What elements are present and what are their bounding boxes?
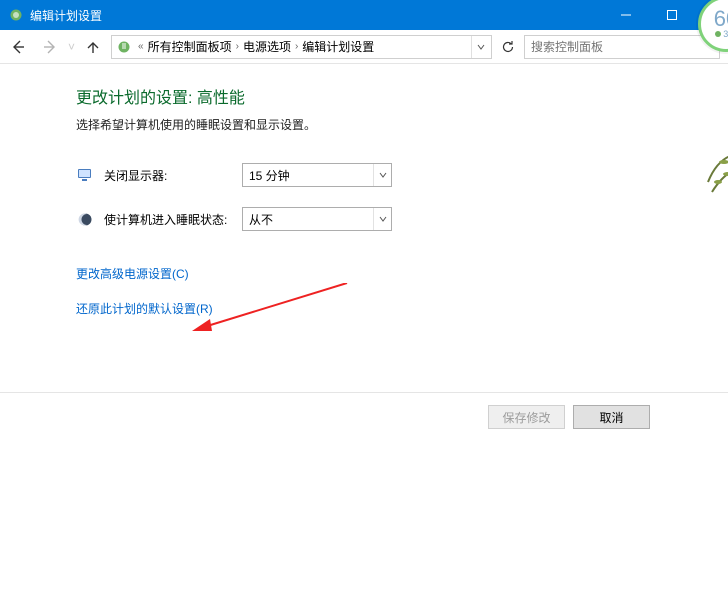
monitor-icon	[76, 166, 94, 184]
minimize-button[interactable]	[603, 0, 649, 30]
links-block: 更改高级电源设置(C) 还原此计划的默认设置(R)	[76, 265, 728, 335]
link-advanced-power[interactable]: 更改高级电源设置(C)	[76, 265, 189, 282]
page-heading: 更改计划的设置: 高性能	[76, 84, 728, 108]
search-input[interactable]	[531, 40, 713, 54]
setting-label-sleep: 使计算机进入睡眠状态:	[104, 211, 232, 228]
window-titlebar: 编辑计划设置	[0, 0, 728, 30]
nav-dropdown-caret[interactable]: ˅	[68, 40, 75, 54]
back-button[interactable]	[4, 33, 32, 61]
window-title: 编辑计划设置	[30, 7, 102, 24]
select-sleep[interactable]: 从不	[242, 207, 392, 231]
widget-number: 60	[714, 9, 728, 29]
decorative-plant	[702, 152, 728, 212]
moon-icon	[76, 210, 94, 228]
chevron-down-icon	[373, 164, 391, 186]
up-button[interactable]	[79, 33, 107, 61]
navigation-bar: ˅ « 所有控制面板项 › 电源选项 › 编辑计划设置	[0, 30, 728, 64]
power-icon	[116, 39, 132, 55]
chevron-down-icon	[373, 208, 391, 230]
breadcrumb-item-1[interactable]: 电源选项	[243, 38, 291, 55]
setting-label-display: 关闭显示器:	[104, 167, 232, 184]
cancel-button[interactable]: 取消	[573, 405, 650, 429]
footer-buttons: 保存修改 取消	[0, 392, 728, 429]
address-dropdown[interactable]	[471, 36, 489, 58]
content-area: 更改计划的设置: 高性能 选择希望计算机使用的睡眠设置和显示设置。 关闭显示器:…	[0, 64, 728, 593]
breadcrumb-prefix: «	[138, 41, 144, 52]
refresh-button[interactable]	[496, 35, 520, 59]
breadcrumb-item-0[interactable]: 所有控制面板项	[148, 38, 232, 55]
widget-temp: 32°	[715, 29, 728, 39]
app-icon	[4, 8, 28, 22]
chevron-right-icon: ›	[295, 41, 298, 52]
maximize-button[interactable]	[649, 0, 695, 30]
select-display-off[interactable]: 15 分钟	[242, 163, 392, 187]
select-value: 从不	[249, 211, 273, 228]
page-subtext: 选择希望计算机使用的睡眠设置和显示设置。	[76, 116, 728, 133]
forward-button[interactable]	[36, 33, 64, 61]
save-button: 保存修改	[488, 405, 565, 429]
address-breadcrumb[interactable]: « 所有控制面板项 › 电源选项 › 编辑计划设置	[111, 35, 492, 59]
link-restore-defaults[interactable]: 还原此计划的默认设置(R)	[76, 300, 213, 317]
breadcrumb-item-2[interactable]: 编辑计划设置	[302, 38, 374, 55]
setting-row-display: 关闭显示器: 15 分钟	[76, 163, 728, 187]
search-box[interactable]	[524, 35, 720, 59]
select-value: 15 分钟	[249, 167, 290, 184]
setting-row-sleep: 使计算机进入睡眠状态: 从不	[76, 207, 728, 231]
chevron-right-icon: ›	[236, 41, 239, 52]
status-dot-icon	[715, 31, 721, 37]
